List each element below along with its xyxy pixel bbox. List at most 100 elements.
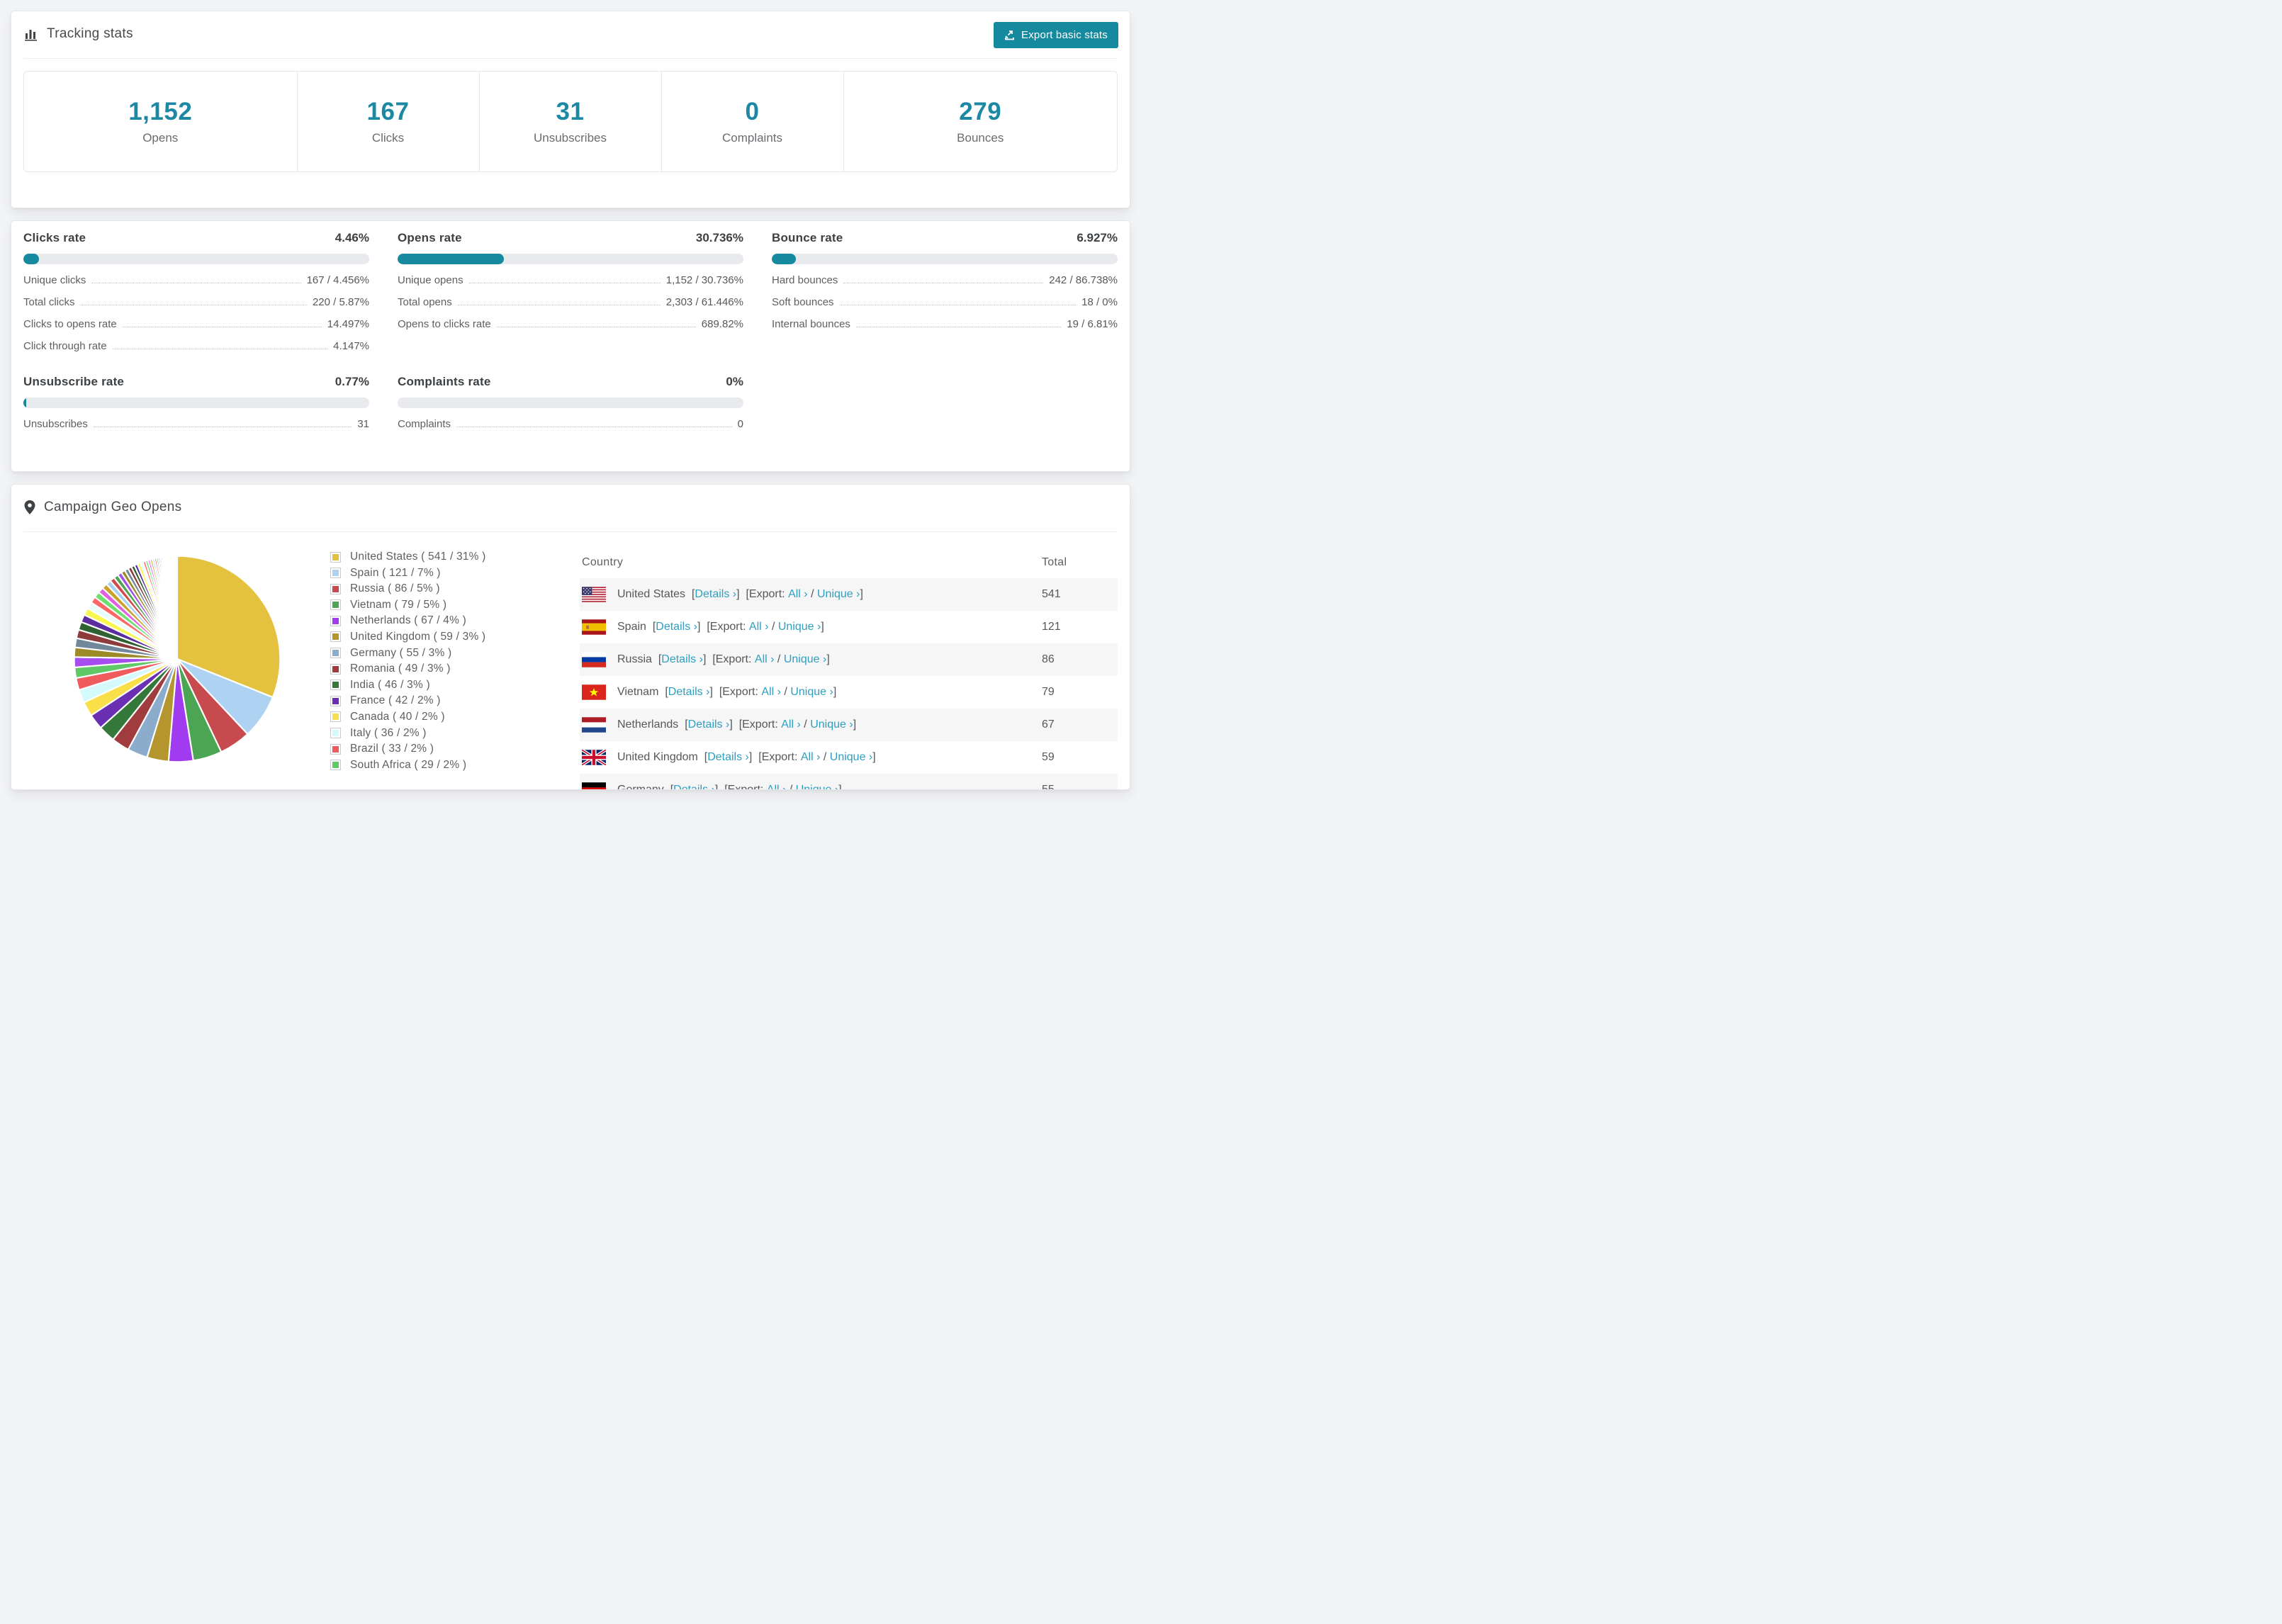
rate-value: 0%: [726, 375, 743, 388]
rate-row: Click through rate 4.147%: [23, 340, 369, 352]
country-flag-icon: [582, 717, 606, 733]
unsubscribe-rate-block: Unsubscribe rate 0.77% Unsubscribes 31: [23, 375, 369, 430]
total-value: 79: [1042, 686, 1055, 698]
legend-swatch: [330, 568, 341, 579]
divider: [23, 58, 1118, 59]
legend-item: Romania ( 49 / 3% ): [330, 662, 580, 675]
geo-table-section: Country Total United States [Details ›] …: [580, 546, 1118, 789]
export-unique-link[interactable]: Unique ›: [830, 751, 872, 763]
details-link[interactable]: Details ›: [673, 784, 715, 789]
rate-row: Clicks to opens rate 14.497%: [23, 318, 369, 330]
progress-bar: [398, 397, 743, 408]
export-icon: [1004, 30, 1016, 41]
legend-item: South Africa ( 29 / 2% ): [330, 759, 580, 772]
total-value: 121: [1042, 621, 1061, 633]
stat-opens: 1,152 Opens: [24, 72, 298, 171]
rate-row: Unique clicks 167 / 4.456%: [23, 274, 369, 286]
total-value: 541: [1042, 588, 1061, 600]
total-value: 67: [1042, 718, 1055, 731]
tracking-stats-header: Tracking stats Export basic stats: [11, 11, 1130, 58]
stat-complaints: 0 Complaints: [662, 72, 844, 171]
opens-rate-block: Opens rate 30.736% Unique opens 1,152 / 3…: [398, 231, 743, 352]
legend-swatch: [330, 695, 341, 706]
rate-row: Soft bounces 18 / 0%: [772, 296, 1118, 308]
stat-value: 31: [556, 98, 585, 125]
geo-pie-legend: United States ( 541 / 31% ) Spain ( 121 …: [330, 546, 580, 789]
export-unique-link[interactable]: Unique ›: [784, 653, 826, 665]
column-header-country: Country: [582, 556, 624, 568]
geo-opens-header: Campaign Geo Opens: [11, 485, 1130, 531]
total-value: 59: [1042, 751, 1055, 763]
legend-swatch: [330, 760, 341, 771]
stat-clicks: 167 Clicks: [298, 72, 480, 171]
stat-label: Complaints: [721, 131, 783, 145]
stat-value: 167: [366, 98, 410, 125]
country-flag-icon: [582, 750, 606, 765]
export-all-link[interactable]: All ›: [761, 686, 781, 698]
rate-row: Internal bounces 19 / 6.81%: [772, 318, 1118, 330]
map-pin-icon: [23, 500, 36, 515]
stat-unsubscribes: 31 Unsubscribes: [480, 72, 662, 171]
table-row: United Kingdom [Details ›] [Export: All …: [580, 741, 1118, 774]
legend-item: Spain ( 121 / 7% ): [330, 567, 580, 580]
export-all-link[interactable]: All ›: [781, 718, 801, 731]
rate-row: Unsubscribes 31: [23, 418, 369, 430]
rate-value: 30.736%: [695, 231, 743, 244]
export-unique-link[interactable]: Unique ›: [796, 784, 838, 789]
legend-swatch: [330, 680, 341, 691]
stat-value: 0: [745, 98, 760, 125]
table-row: Spain [Details ›] [Export: All › / Uniqu…: [580, 611, 1118, 643]
card-title: Tracking stats: [47, 26, 133, 41]
table-row: Germany [Details ›] [Export: All › / Uni…: [580, 774, 1118, 789]
geo-opens-card: Campaign Geo Opens United States ( 541 /…: [11, 484, 1130, 790]
country-flag-icon: [582, 652, 606, 667]
export-unique-link[interactable]: Unique ›: [810, 718, 853, 731]
rate-value: 6.927%: [1077, 231, 1118, 244]
details-link[interactable]: Details ›: [695, 588, 736, 600]
legend-swatch: [330, 728, 341, 739]
legend-item: Netherlands ( 67 / 4% ): [330, 614, 580, 627]
details-link[interactable]: Details ›: [688, 718, 730, 731]
legend-item: Russia ( 86 / 5% ): [330, 582, 580, 595]
geo-pie-chart: [23, 546, 330, 789]
progress-bar: [23, 254, 369, 264]
details-link[interactable]: Details ›: [656, 621, 697, 633]
legend-swatch: [330, 663, 341, 675]
export-all-link[interactable]: All ›: [801, 751, 821, 763]
legend-item: India ( 46 / 3% ): [330, 679, 580, 692]
stat-value: 1,152: [128, 98, 193, 125]
geo-opens-table: Country Total United States [Details ›] …: [580, 546, 1118, 789]
stat-label: Opens: [142, 131, 179, 145]
export-basic-stats-button[interactable]: Export basic stats: [994, 22, 1118, 48]
country-flag-icon: [582, 619, 606, 635]
rates-card: Clicks rate 4.46% Unique clicks 167 / 4.4…: [11, 220, 1130, 472]
details-link[interactable]: Details ›: [661, 653, 703, 665]
bar-chart-icon: [23, 26, 39, 42]
clicks-rate-block: Clicks rate 4.46% Unique clicks 167 / 4.4…: [23, 231, 369, 352]
legend-swatch: [330, 615, 341, 626]
export-unique-link[interactable]: Unique ›: [778, 621, 821, 633]
export-all-link[interactable]: All ›: [749, 621, 769, 633]
country-flag-icon: [582, 587, 606, 602]
legend-item: Vietnam ( 79 / 5% ): [330, 599, 580, 611]
export-unique-link[interactable]: Unique ›: [817, 588, 860, 600]
legend-item: Brazil ( 33 / 2% ): [330, 743, 580, 755]
geo-table-scroll-area[interactable]: Country Total United States [Details ›] …: [580, 546, 1118, 789]
stat-label: Bounces: [957, 131, 1004, 145]
export-unique-link[interactable]: Unique ›: [790, 686, 833, 698]
country-flag-icon: [582, 782, 606, 789]
stat-value: 279: [959, 98, 1002, 125]
export-all-link[interactable]: All ›: [767, 784, 787, 789]
card-title: Campaign Geo Opens: [44, 500, 182, 514]
rate-value: 4.46%: [335, 231, 369, 244]
details-link[interactable]: Details ›: [668, 686, 710, 698]
export-all-link[interactable]: All ›: [755, 653, 775, 665]
complaints-rate-block: Complaints rate 0% Complaints 0: [398, 375, 743, 430]
rate-title: Opens rate: [398, 231, 462, 244]
rate-row: Hard bounces 242 / 86.738%: [772, 274, 1118, 286]
details-link[interactable]: Details ›: [707, 751, 749, 763]
export-all-link[interactable]: All ›: [788, 588, 808, 600]
legend-swatch: [330, 648, 341, 659]
table-row: Russia [Details ›] [Export: All › / Uniq…: [580, 643, 1118, 676]
tracking-stats-card: Tracking stats Export basic stats 1,152 …: [11, 11, 1130, 208]
